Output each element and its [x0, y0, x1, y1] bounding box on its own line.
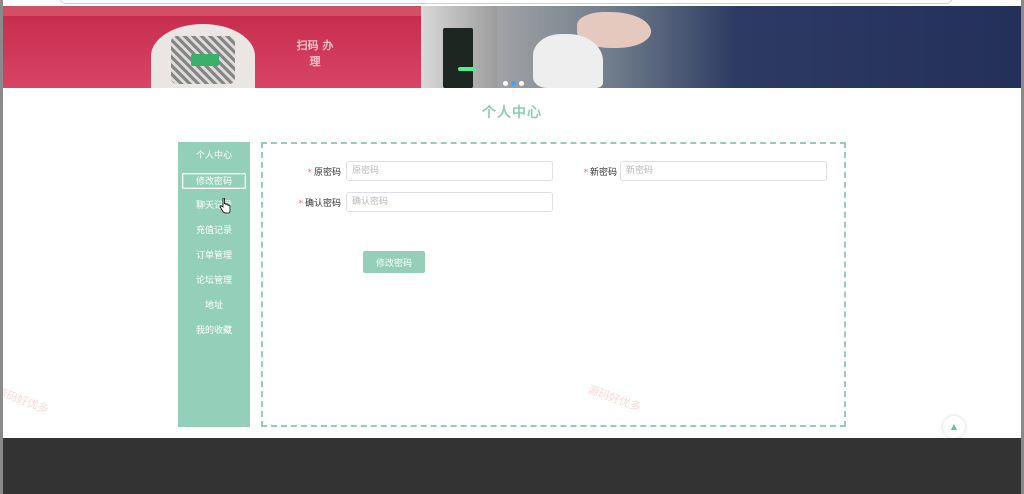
page-footer	[3, 438, 1021, 494]
sidebar-item-forum[interactable]: 论坛管理	[182, 273, 246, 289]
banner-machine-screen	[443, 28, 473, 88]
old-password-label: * 原密码	[307, 168, 341, 178]
carousel-dot[interactable]	[503, 81, 508, 86]
sidebar-item-orders[interactable]: 订单管理	[182, 248, 246, 264]
old-password-input[interactable]	[346, 161, 553, 181]
page-title: 个人中心	[482, 105, 542, 121]
new-password-input[interactable]	[620, 161, 827, 181]
app-frame: 扫码 办理 个人中心 个人中心 修改密码 聊天记录 充值记录 订单管理 论坛管理…	[3, 0, 1021, 494]
chevron-up-icon: ▲	[950, 422, 958, 431]
change-password-form	[261, 142, 846, 427]
sidebar-nav: 个人中心 修改密码 聊天记录 充值记录 订单管理 论坛管理 地址 我的收藏	[178, 142, 250, 427]
sidebar-item-chat-history[interactable]: 聊天记录	[182, 198, 246, 214]
qr-logo-icon	[191, 54, 219, 66]
banner-machine-led	[458, 67, 476, 71]
required-mark: *	[307, 168, 312, 178]
new-password-label: * 新密码	[583, 168, 617, 178]
top-search-bar[interactable]	[59, 0, 953, 4]
change-password-button[interactable]: 修改密码	[363, 251, 425, 273]
required-mark: *	[298, 199, 303, 209]
hero-banner: 扫码 办理	[3, 6, 1021, 88]
back-to-top-button[interactable]: ▲	[943, 416, 965, 438]
watermark-left: 源码好优多	[3, 384, 51, 416]
confirm-password-input[interactable]	[346, 192, 553, 212]
sidebar-item-favorites[interactable]: 我的收藏	[182, 323, 246, 339]
sidebar-item-change-password[interactable]: 修改密码	[182, 173, 246, 189]
required-mark: *	[583, 168, 588, 178]
sidebar-item-address[interactable]: 地址	[182, 298, 246, 314]
carousel-dot-active[interactable]	[511, 81, 516, 86]
sidebar-item-profile[interactable]: 个人中心	[182, 148, 246, 164]
sidebar-item-recharge-records[interactable]: 充值记录	[182, 223, 246, 239]
banner-top-strip	[3, 6, 421, 16]
hand-pointer-icon	[219, 198, 231, 214]
banner-bag	[533, 34, 603, 88]
banner-scan-text: 扫码 办理	[296, 39, 334, 68]
confirm-password-label: * 确认密码	[298, 199, 341, 209]
carousel-dot[interactable]	[519, 81, 524, 86]
